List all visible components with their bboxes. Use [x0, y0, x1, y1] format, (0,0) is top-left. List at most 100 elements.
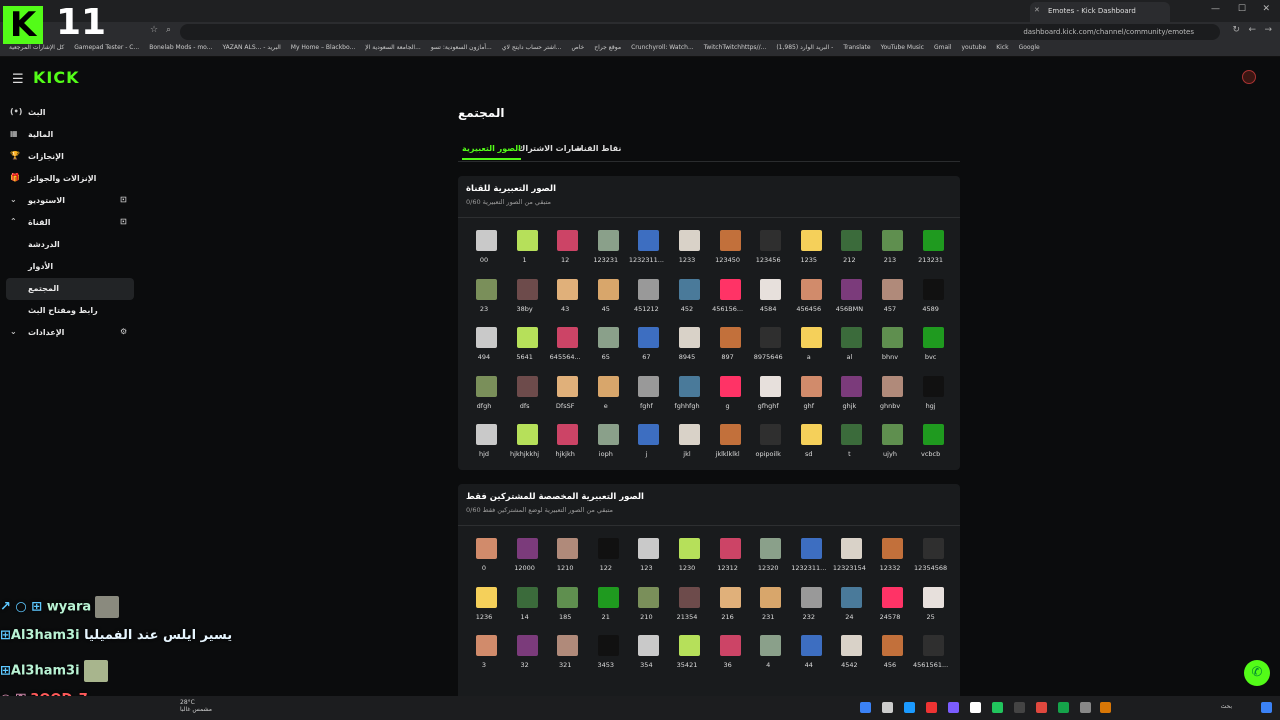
- emote-tile[interactable]: 4589: [911, 273, 951, 319]
- emote-tile[interactable]: 12: [545, 224, 585, 270]
- forward-icon[interactable]: →: [1264, 25, 1272, 35]
- emote-tile[interactable]: e: [586, 370, 626, 416]
- sidebar-item[interactable]: ⌄ الاستوديو ⊡: [0, 190, 140, 212]
- sidebar-item[interactable]: 🎁 الإنزالات والجوائز: [0, 168, 140, 190]
- sidebar-item[interactable]: ▦ المالية: [0, 124, 140, 146]
- emote-tile[interactable]: 494: [464, 321, 504, 367]
- emote-tile[interactable]: 12320: [748, 532, 788, 578]
- emote-tile[interactable]: g: [708, 370, 748, 416]
- sidebar-item[interactable]: ⌄ الإعدادات ⚙: [0, 322, 140, 344]
- emote-tile[interactable]: 1233: [667, 224, 707, 270]
- sidebar-item[interactable]: الأدوار: [0, 256, 140, 278]
- app-icon[interactable]: [1100, 702, 1111, 713]
- emote-tile[interactable]: 1210: [545, 532, 585, 578]
- bookmark-item[interactable]: خاص: [571, 44, 584, 51]
- emote-tile[interactable]: 321: [545, 629, 585, 675]
- emote-tile[interactable]: 123231: [586, 224, 626, 270]
- emote-tile[interactable]: ghf: [789, 370, 829, 416]
- star-icon[interactable]: ☆: [150, 25, 158, 35]
- emote-tile[interactable]: jklklklkl: [708, 418, 748, 464]
- emote-tile[interactable]: 67: [626, 321, 666, 367]
- emote-tile[interactable]: 213231: [911, 224, 951, 270]
- emote-tile[interactable]: 457: [870, 273, 910, 319]
- emote-tile[interactable]: hjkhjkkhj: [505, 418, 545, 464]
- bookmark-item[interactable]: Kick: [996, 44, 1008, 51]
- emote-tile[interactable]: j: [626, 418, 666, 464]
- emote-tile[interactable]: jkl: [667, 418, 707, 464]
- emote-tile[interactable]: 1: [505, 224, 545, 270]
- emote-tile[interactable]: 645564...: [545, 321, 585, 367]
- emote-tile[interactable]: 14: [505, 581, 545, 627]
- emote-tile[interactable]: 00: [464, 224, 504, 270]
- emote-tile[interactable]: 5641: [505, 321, 545, 367]
- emote-tile[interactable]: hjd: [464, 418, 504, 464]
- emote-tile[interactable]: 4584: [748, 273, 788, 319]
- app-icon[interactable]: [1036, 702, 1047, 713]
- emote-tile[interactable]: 35421: [667, 629, 707, 675]
- emote-tile[interactable]: 231: [748, 581, 788, 627]
- emote-tile[interactable]: ghjk: [829, 370, 869, 416]
- emote-tile[interactable]: fghf: [626, 370, 666, 416]
- close-tab-icon[interactable]: ✕: [1034, 6, 1040, 14]
- app-icon[interactable]: [904, 702, 915, 713]
- emote-tile[interactable]: 45: [586, 273, 626, 319]
- app-icon[interactable]: [992, 702, 1003, 713]
- emote-tile[interactable]: bhnv: [870, 321, 910, 367]
- emote-tile[interactable]: 1236: [464, 581, 504, 627]
- emote-tile[interactable]: 212: [829, 224, 869, 270]
- emote-tile[interactable]: 44: [789, 629, 829, 675]
- emote-tile[interactable]: 123450: [708, 224, 748, 270]
- tab-sub-badges[interactable]: شارات الاشتراك: [518, 144, 582, 153]
- bookmark-item[interactable]: اشتر حساب دايتج لاي...: [502, 44, 562, 51]
- emote-tile[interactable]: 354: [626, 629, 666, 675]
- emote-tile[interactable]: ujyh: [870, 418, 910, 464]
- bookmark-item[interactable]: My Home – Blackbo...: [291, 44, 356, 51]
- bookmark-item[interactable]: Crunchyroll: Watch...: [631, 44, 694, 51]
- bookmark-item[interactable]: Bonelab Mods - mo...: [149, 44, 212, 51]
- emote-tile[interactable]: 232: [789, 581, 829, 627]
- emote-tile[interactable]: 12332: [870, 532, 910, 578]
- emote-tile[interactable]: 185: [545, 581, 585, 627]
- emote-tile[interactable]: dfs: [505, 370, 545, 416]
- app-icon[interactable]: [882, 702, 893, 713]
- emote-tile[interactable]: 4542: [829, 629, 869, 675]
- app-icon[interactable]: [860, 702, 871, 713]
- maximize-icon[interactable]: ☐: [1238, 4, 1246, 14]
- emote-tile[interactable]: 12000: [505, 532, 545, 578]
- emote-tile[interactable]: 8945: [667, 321, 707, 367]
- sidebar-item[interactable]: 🏆 الإنجازات: [0, 146, 140, 168]
- bookmark-item[interactable]: البريد الوارد (1,985) -: [776, 44, 833, 51]
- taskbar-search[interactable]: بحث: [1221, 703, 1232, 710]
- emote-tile[interactable]: opipoilk: [748, 418, 788, 464]
- back-icon[interactable]: ←: [1248, 25, 1256, 35]
- bookmark-item[interactable]: TwitchTwitchhttps//...: [704, 44, 767, 51]
- emote-tile[interactable]: vcbcb: [911, 418, 951, 464]
- close-window-icon[interactable]: ✕: [1262, 4, 1270, 14]
- bookmark-item[interactable]: أمازون السعودية: تسو...: [431, 44, 492, 51]
- url-field[interactable]: dashboard.kick.com/channel/community/emo…: [180, 24, 1220, 40]
- emote-tile[interactable]: 3: [464, 629, 504, 675]
- emote-tile[interactable]: 8975646: [748, 321, 788, 367]
- emote-tile[interactable]: 456BMN: [829, 273, 869, 319]
- help-chat-icon[interactable]: ✆: [1244, 660, 1270, 686]
- emote-tile[interactable]: t: [829, 418, 869, 464]
- emote-tile[interactable]: 12354568: [911, 532, 951, 578]
- app-icon[interactable]: [948, 702, 959, 713]
- bookmark-item[interactable]: الجامعة السعودية الإ...: [365, 44, 421, 51]
- app-icon[interactable]: [1014, 702, 1025, 713]
- emote-tile[interactable]: 3453: [586, 629, 626, 675]
- minimize-icon[interactable]: —: [1211, 4, 1220, 14]
- emote-tile[interactable]: sd: [789, 418, 829, 464]
- search-icon[interactable]: ⌕: [166, 25, 171, 35]
- sidebar-item[interactable]: ⌃ القناة ⊡: [0, 212, 140, 234]
- bookmark-item[interactable]: Translate: [843, 44, 870, 51]
- emote-tile[interactable]: 24: [829, 581, 869, 627]
- start-icon[interactable]: [1261, 702, 1272, 713]
- emote-tile[interactable]: 12312: [708, 532, 748, 578]
- bookmark-item[interactable]: Gmail: [934, 44, 952, 51]
- emote-tile[interactable]: bvc: [911, 321, 951, 367]
- emote-tile[interactable]: 123456: [748, 224, 788, 270]
- emote-tile[interactable]: 23: [464, 273, 504, 319]
- emote-tile[interactable]: 4561561...: [911, 629, 951, 675]
- emote-tile[interactable]: 36: [708, 629, 748, 675]
